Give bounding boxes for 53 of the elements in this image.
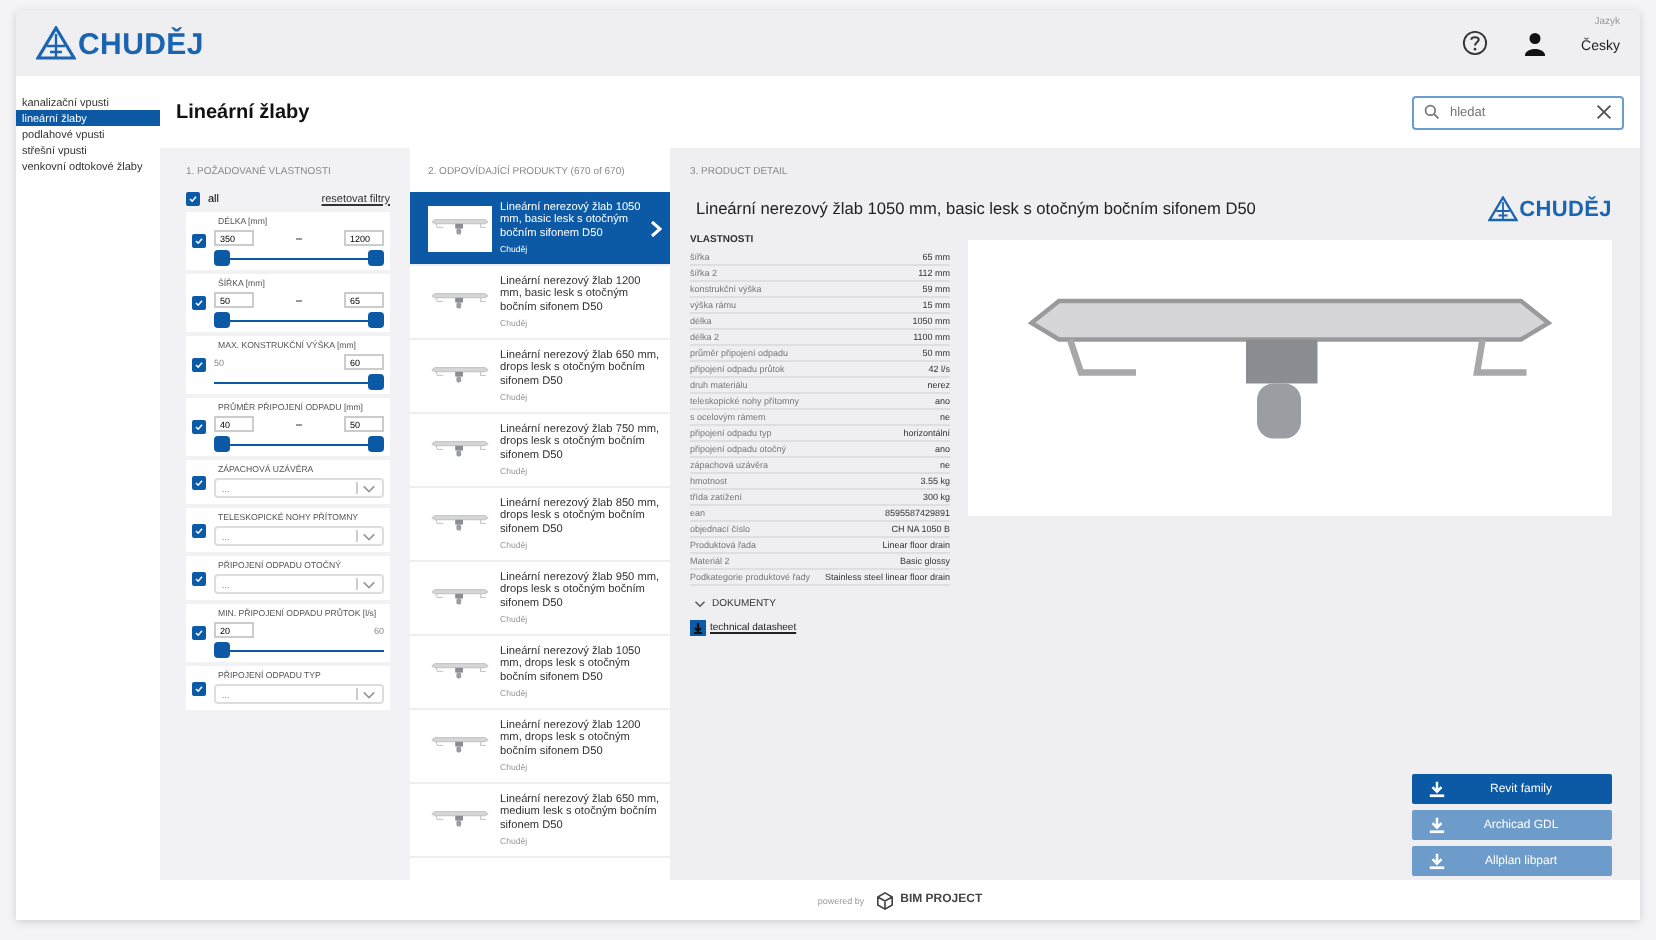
download-icon (1428, 816, 1446, 834)
range-slider[interactable] (214, 250, 384, 266)
slider[interactable] (214, 374, 384, 390)
checkbox[interactable] (192, 571, 206, 585)
checkbox[interactable] (192, 358, 206, 372)
drain-drawing (430, 586, 490, 610)
drain-drawing (430, 808, 490, 832)
chevron-down-icon (362, 531, 376, 541)
search-icon (1424, 104, 1440, 120)
checkbox[interactable] (192, 626, 206, 640)
drain-drawing (430, 290, 490, 314)
chevron-down-icon (362, 689, 376, 699)
cube-logo-icon (876, 891, 895, 909)
brand-logo: CHUDĚJ (1519, 199, 1612, 222)
slider-handle[interactable] (214, 642, 230, 658)
slider-handle[interactable] (214, 436, 230, 452)
drain-drawing (430, 512, 490, 536)
document-download-icon (690, 619, 706, 636)
checkbox[interactable] (186, 192, 200, 206)
drain-drawing (430, 660, 490, 684)
drain-drawing (430, 438, 490, 462)
page-title: Lineární žlaby (176, 101, 310, 123)
slider[interactable] (214, 642, 384, 658)
download-icon (1428, 780, 1446, 798)
download-icon (1428, 852, 1446, 870)
brand-logo: CHUDĚJ (78, 30, 204, 60)
slider-handle[interactable] (368, 250, 384, 266)
close-icon[interactable] (1596, 104, 1612, 120)
slider-handle[interactable] (368, 436, 384, 452)
checkbox[interactable] (192, 420, 206, 434)
help-icon[interactable] (1461, 30, 1488, 56)
drain-drawing (430, 364, 490, 388)
range-slider[interactable] (214, 312, 384, 328)
slider-handle[interactable] (214, 250, 230, 266)
drain-drawing (430, 734, 490, 758)
checkbox[interactable] (192, 234, 206, 248)
product-title: Lineární nerezový žlab 1050 mm, basic lesk s otočným bočním sifonem D50 (696, 198, 1256, 219)
range-slider[interactable] (214, 436, 384, 452)
slider-handle[interactable] (214, 312, 230, 328)
checkbox[interactable] (192, 523, 206, 537)
checkbox[interactable] (192, 681, 206, 695)
drain-drawing (430, 216, 490, 240)
chevron-down-icon (362, 483, 376, 493)
chevron-right-icon (650, 219, 662, 237)
logo-triangle-icon (1487, 196, 1518, 222)
chevron-down-icon (694, 599, 706, 608)
chevron-down-icon (362, 579, 376, 589)
checkbox[interactable] (192, 475, 206, 489)
slider-handle[interactable] (368, 312, 384, 328)
slider-handle[interactable] (368, 374, 384, 390)
logo-triangle-icon (36, 26, 76, 60)
user-icon[interactable] (1523, 31, 1546, 55)
checkbox[interactable] (192, 296, 206, 310)
